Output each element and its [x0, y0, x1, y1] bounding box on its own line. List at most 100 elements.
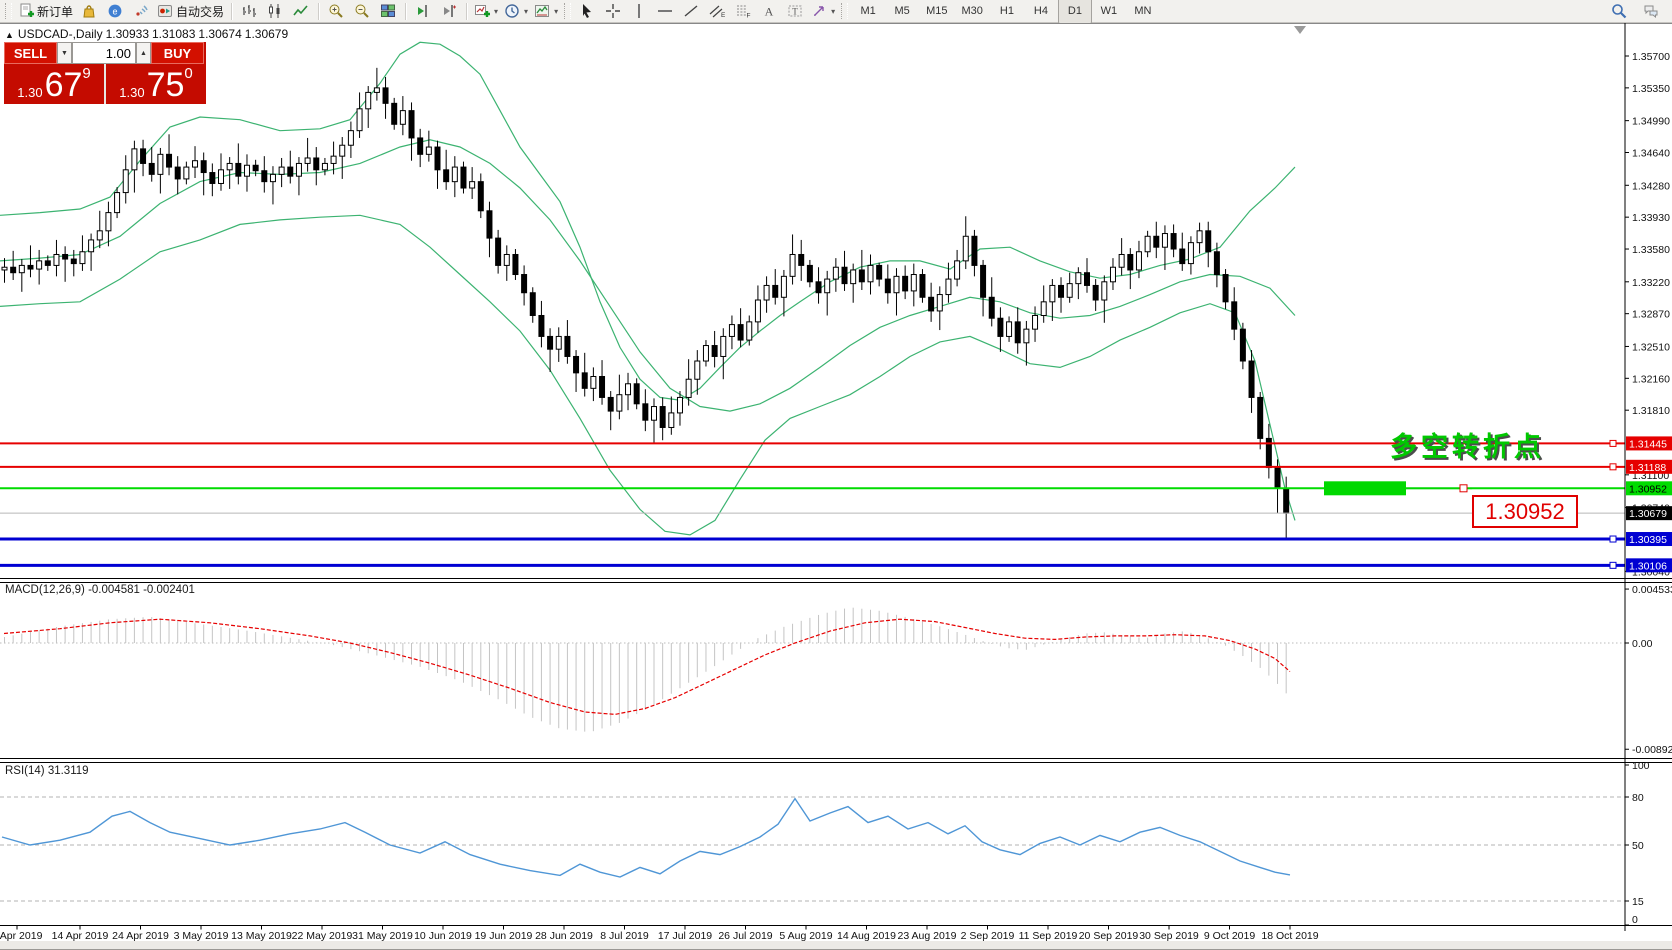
label-button[interactable]: T: [782, 1, 808, 21]
tf-m15-button[interactable]: M15: [919, 0, 954, 24]
macd-panel-surface[interactable]: [0, 583, 1625, 758]
level-price-text: 1.30106: [1629, 560, 1667, 572]
volume-input[interactable]: [72, 42, 136, 64]
toolbar-grip[interactable]: [841, 3, 848, 19]
trendline-icon: [683, 3, 699, 19]
new-order-label: 新订单: [37, 3, 73, 20]
autotrading-label: 自动交易: [176, 3, 224, 20]
sell-price-display[interactable]: 1.30 67 9: [4, 64, 104, 104]
bag-button[interactable]: [76, 1, 102, 21]
crosshair-button[interactable]: [600, 1, 626, 21]
toolbar-separator: [466, 3, 467, 20]
toolbar-grip[interactable]: [5, 3, 12, 19]
time-scale[interactable]: 4 Apr 201914 Apr 201924 Apr 20193 May 20…: [0, 926, 1672, 943]
high-value: 1.31083: [152, 27, 195, 41]
vline-button[interactable]: [626, 1, 652, 21]
scale-tick-label: 1.32870: [1632, 309, 1670, 321]
tf-m1-button[interactable]: M1: [851, 0, 885, 24]
tf-w1-button[interactable]: W1: [1092, 0, 1126, 24]
main-toolbar: 新订单 e 自动交易 ▾ ▾ ▾ EFA T ▾ M1M5M15M30H1H4D1W1MN: [0, 0, 1672, 23]
toolbar-separator: [405, 3, 406, 20]
label-icon: T: [787, 3, 803, 19]
buy-price-display[interactable]: 1.30 75 0: [106, 64, 206, 104]
crosshair-icon: [605, 3, 621, 19]
svg-text:A: A: [765, 5, 774, 19]
autotrading-button[interactable]: 自动交易: [154, 1, 227, 21]
price-scale[interactable]: 1.357001.353501.349901.346401.342801.339…: [1625, 23, 1672, 931]
line-handle[interactable]: [1610, 464, 1616, 470]
fibo-icon: F: [735, 3, 751, 19]
tf-m5-button[interactable]: M5: [885, 0, 919, 24]
low-value: 1.30674: [198, 27, 241, 41]
periods-dropdown-icon[interactable]: ▾: [524, 7, 528, 16]
svg-text:T: T: [792, 7, 798, 17]
tile-windows-button[interactable]: [375, 1, 401, 21]
buy-price-pip: 0: [184, 66, 192, 81]
chart-canvas[interactable]: 1.357001.353501.349901.346401.342801.339…: [0, 23, 1672, 949]
tf-h4-button[interactable]: H4: [1024, 0, 1058, 24]
shift-chart-button[interactable]: [410, 1, 436, 21]
collapse-icon[interactable]: ▲: [5, 30, 14, 40]
fibo-button[interactable]: F: [730, 1, 756, 21]
buy-price-prefix: 1.30: [119, 86, 144, 101]
chat-button[interactable]: [1638, 1, 1664, 21]
periods-button[interactable]: ▾: [501, 1, 531, 21]
toolbar-grip[interactable]: [564, 3, 571, 19]
scale-tick-label: 1.32510: [1632, 341, 1670, 353]
scale-tick-label: 1.33930: [1632, 212, 1670, 224]
zoom-out-button[interactable]: [349, 1, 375, 21]
hline-button[interactable]: [652, 1, 678, 21]
sell-button[interactable]: SELL: [4, 42, 57, 64]
indicators-button[interactable]: ▾: [471, 1, 501, 21]
sell-price-prefix: 1.30: [17, 86, 42, 101]
vline-icon: [631, 3, 647, 19]
buy-button[interactable]: BUY: [151, 42, 204, 64]
community-button[interactable]: e: [102, 1, 128, 21]
arrows-icon: [811, 3, 827, 19]
channel-button[interactable]: E: [704, 1, 730, 21]
bid-price-text: 1.30679: [1629, 508, 1667, 520]
tf-d1-button[interactable]: D1: [1058, 0, 1092, 24]
connector-handle[interactable]: [1460, 485, 1467, 492]
shift-end-button[interactable]: [436, 1, 462, 21]
line-handle[interactable]: [1610, 562, 1616, 568]
candles-chart-button[interactable]: [262, 1, 288, 21]
line-chart-icon: [293, 3, 309, 19]
text-icon: A: [761, 3, 777, 19]
indicators-dropdown-icon[interactable]: ▾: [494, 7, 498, 16]
one-click-trading-panel: SELL ▼ ▲ BUY 1.30 67 9 1.30 75 0: [4, 42, 206, 104]
highlight-bar[interactable]: [1324, 481, 1406, 495]
line-handle[interactable]: [1610, 536, 1616, 542]
search-button[interactable]: [1606, 1, 1632, 21]
price-label-box[interactable]: 1.30952: [1472, 495, 1578, 528]
scale-tick-label: 1.35700: [1632, 51, 1670, 63]
cursor-button[interactable]: [574, 1, 600, 21]
signal-button[interactable]: [128, 1, 154, 21]
text-button[interactable]: A: [756, 1, 782, 21]
line-chart-button[interactable]: [288, 1, 314, 21]
trendline-button[interactable]: [678, 1, 704, 21]
bars-chart-button[interactable]: [236, 1, 262, 21]
volume-down-button[interactable]: ▼: [57, 42, 72, 64]
bars-chart-icon: [241, 3, 257, 19]
arrows-dropdown-icon[interactable]: ▾: [831, 7, 835, 16]
arrows-button[interactable]: ▾: [808, 1, 838, 21]
tf-h1-button[interactable]: H1: [990, 0, 1024, 24]
hline-icon: [657, 3, 673, 19]
templates-dropdown-icon[interactable]: ▾: [554, 7, 558, 16]
buy-price-big: 75: [147, 70, 185, 101]
level-price-text: 1.30395: [1629, 534, 1667, 546]
tf-m30-button[interactable]: M30: [955, 0, 990, 24]
volume-up-button[interactable]: ▲: [136, 42, 151, 64]
scale-tick-label: 1.31810: [1632, 405, 1670, 417]
chart-window[interactable]: 1.357001.353501.349901.346401.342801.339…: [0, 23, 1672, 949]
macd-scale-label: 0.00: [1632, 638, 1653, 650]
new-order-button[interactable]: 新订单: [15, 1, 76, 21]
sell-price-pip: 9: [82, 66, 90, 81]
tf-mn-button[interactable]: MN: [1126, 0, 1160, 24]
zoom-in-icon: [328, 3, 344, 19]
zoom-in-button[interactable]: [323, 1, 349, 21]
templates-button[interactable]: ▾: [531, 1, 561, 21]
turning-point-annotation[interactable]: 多空转折点: [1390, 425, 1545, 464]
line-handle[interactable]: [1610, 440, 1616, 446]
